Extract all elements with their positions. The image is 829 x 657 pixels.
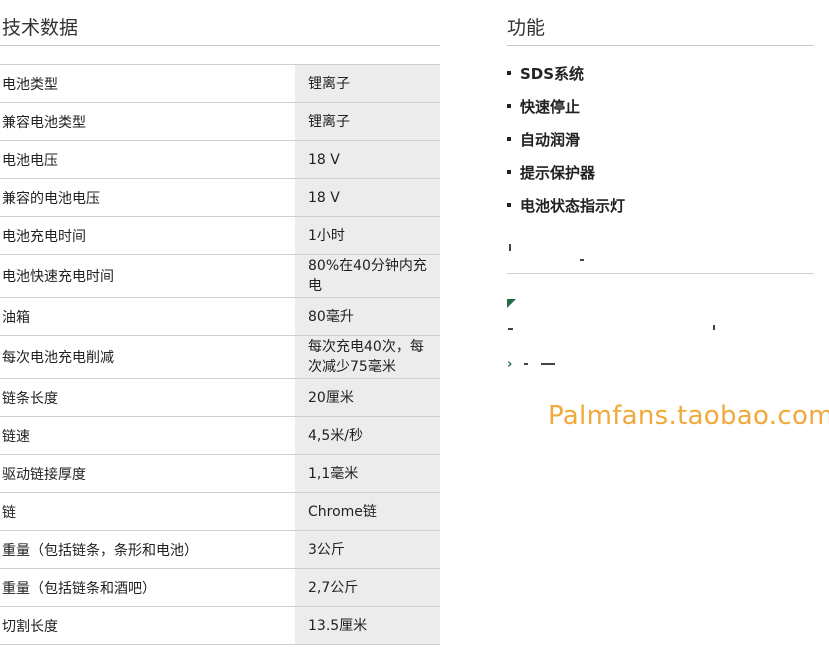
- bullet-icon: [507, 137, 511, 141]
- bullet-icon: [507, 203, 511, 207]
- faint-fragment: [580, 259, 584, 261]
- features-list: SDS系统快速停止自动润滑提示保护器电池状态指示灯: [507, 63, 625, 228]
- spec-label: 电池快速充电时间: [2, 269, 114, 285]
- spec-value: 2,7公斤: [295, 568, 440, 607]
- watermark-text: Palmfans.taobao.com: [548, 401, 829, 431]
- faint-fragment: [524, 363, 528, 365]
- chevron-right-icon[interactable]: ›: [507, 357, 512, 372]
- spec-value: 1,1毫米: [295, 454, 440, 493]
- spec-value: 3公斤: [295, 530, 440, 569]
- spec-label: 油箱: [2, 309, 30, 326]
- spec-value: 4,5米/秒: [295, 416, 440, 455]
- spec-value: 80毫升: [295, 297, 440, 336]
- spec-title: 技术数据: [2, 17, 79, 39]
- spec-label: 切割长度: [2, 618, 58, 635]
- feature-label: 自动润滑: [520, 131, 581, 149]
- spec-value: 18 V: [295, 178, 440, 217]
- spec-row: 电池充电时间 1小时: [0, 216, 440, 255]
- spec-value: 18 V: [295, 140, 440, 179]
- spec-value: 20厘米: [295, 378, 440, 417]
- bullet-icon: [507, 170, 511, 174]
- spec-value: Chrome链: [295, 492, 440, 531]
- faint-fragment: [541, 363, 555, 365]
- spec-label: 重量（包括链条和酒吧）: [2, 580, 156, 597]
- spec-label: 链: [2, 504, 16, 521]
- spec-label: 兼容电池类型: [2, 114, 86, 131]
- spec-label: 每次电池充电削减: [2, 350, 114, 366]
- spec-label: 驱动链接厚度: [2, 466, 86, 483]
- faint-fragment: [509, 244, 511, 251]
- spec-row: 链速 4,5米/秒: [0, 416, 440, 455]
- spec-row: 兼容电池类型 锂离子: [0, 102, 440, 141]
- bullet-icon: [507, 71, 511, 75]
- feature-label: SDS系统: [520, 65, 585, 83]
- features-divider: [507, 45, 814, 46]
- feature-label: 快速停止: [520, 98, 581, 116]
- spec-row: 电池类型 锂离子: [0, 64, 440, 103]
- features-title: 功能: [507, 17, 546, 39]
- spec-value: 锂离子: [295, 64, 440, 103]
- spec-label: 电池充电时间: [2, 228, 86, 245]
- spec-row: 重量（包括链条和酒吧） 2,7公斤: [0, 568, 440, 607]
- spec-row: 切割长度 13.5厘米: [0, 606, 440, 645]
- spec-label: 电池类型: [2, 76, 58, 93]
- spec-table: 电池类型 锂离子 兼容电池类型 锂离子 电池电压 18 V 兼容的电池电压 18 V 电池充电时…: [0, 64, 440, 645]
- spec-label: 兼容的电池电压: [2, 190, 100, 207]
- spec-value: 锂离子: [295, 102, 440, 141]
- spec-row: 电池快速充电时间 80%在40分钟内充电: [0, 254, 440, 298]
- spec-row: 电池电压 18 V: [0, 140, 440, 179]
- feature-item: 自动润滑: [507, 129, 625, 162]
- feature-item: 电池状态指示灯: [507, 195, 625, 228]
- bullet-icon: [507, 104, 511, 108]
- spec-row: 油箱 80毫升: [0, 297, 440, 336]
- feature-label: 提示保护器: [520, 164, 596, 182]
- spec-row: 链条长度 20厘米: [0, 378, 440, 417]
- spec-row: 每次电池充电削减 每次充电40次，每次减少75毫米: [0, 335, 440, 379]
- spec-value: 1小时: [295, 216, 440, 255]
- spec-row: 重量（包括链条，条形和电池） 3公斤: [0, 530, 440, 569]
- spec-value: 13.5厘米: [295, 606, 440, 645]
- spec-divider: [0, 45, 440, 46]
- logo-mark-icon: [507, 299, 516, 308]
- spec-row: 兼容的电池电压 18 V: [0, 178, 440, 217]
- spec-label: 链条长度: [2, 390, 58, 407]
- feature-item: 提示保护器: [507, 162, 625, 195]
- faint-fragment: [508, 328, 513, 330]
- spec-label: 重量（包括链条，条形和电池）: [2, 542, 198, 559]
- feature-item: SDS系统: [507, 63, 625, 96]
- spec-label: 链速: [2, 428, 30, 445]
- spec-row: 驱动链接厚度 1,1毫米: [0, 454, 440, 493]
- spec-label: 电池电压: [2, 152, 58, 169]
- feature-item: 快速停止: [507, 96, 625, 129]
- feature-label: 电池状态指示灯: [520, 197, 626, 215]
- spec-value: 每次充电40次，每次减少75毫米: [295, 335, 440, 379]
- faint-fragment: [713, 325, 715, 330]
- faint-divider: [507, 273, 814, 274]
- spec-value: 80%在40分钟内充电: [295, 254, 440, 298]
- spec-row: 链 Chrome链: [0, 492, 440, 531]
